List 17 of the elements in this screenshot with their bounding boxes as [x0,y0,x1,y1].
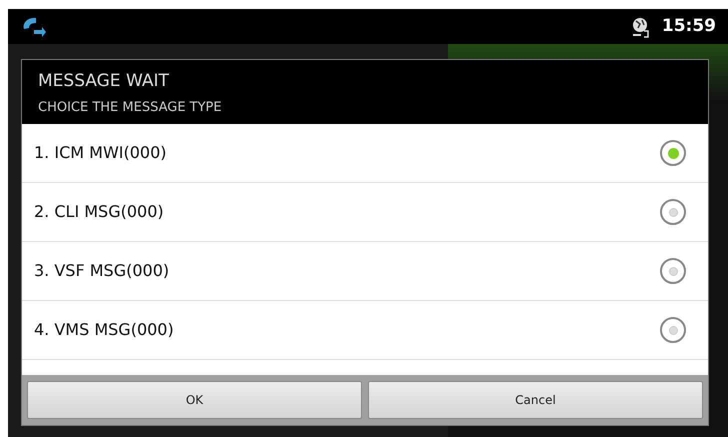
option-label: 1. ICM MWI(000) [34,142,166,164]
radio-button[interactable] [660,140,686,166]
option-label: 4. VMS MSG(000) [34,319,174,341]
dialog-subtitle: CHOICE THE MESSAGE TYPE [38,99,223,117]
dialog-button[interactable]: Cancel [368,381,703,419]
option-row[interactable]: 4. VMS MSG(000) [22,301,708,360]
clock-text: 15:59 [662,14,716,38]
radio-button[interactable] [660,258,686,284]
radio-button[interactable] [660,199,686,225]
dialog-button[interactable]: OK [27,381,362,419]
option-label: 2. CLI MSG(000) [34,201,164,223]
option-row[interactable]: 3. VSF MSG(000) [22,242,708,301]
option-row[interactable]: 2. CLI MSG(000) [22,183,708,242]
dialog-title: MESSAGE WAIT [38,70,170,93]
radio-button[interactable] [660,317,686,343]
option-row[interactable]: 1. ICM MWI(000) [22,124,708,183]
option-label: 3. VSF MSG(000) [34,260,170,282]
